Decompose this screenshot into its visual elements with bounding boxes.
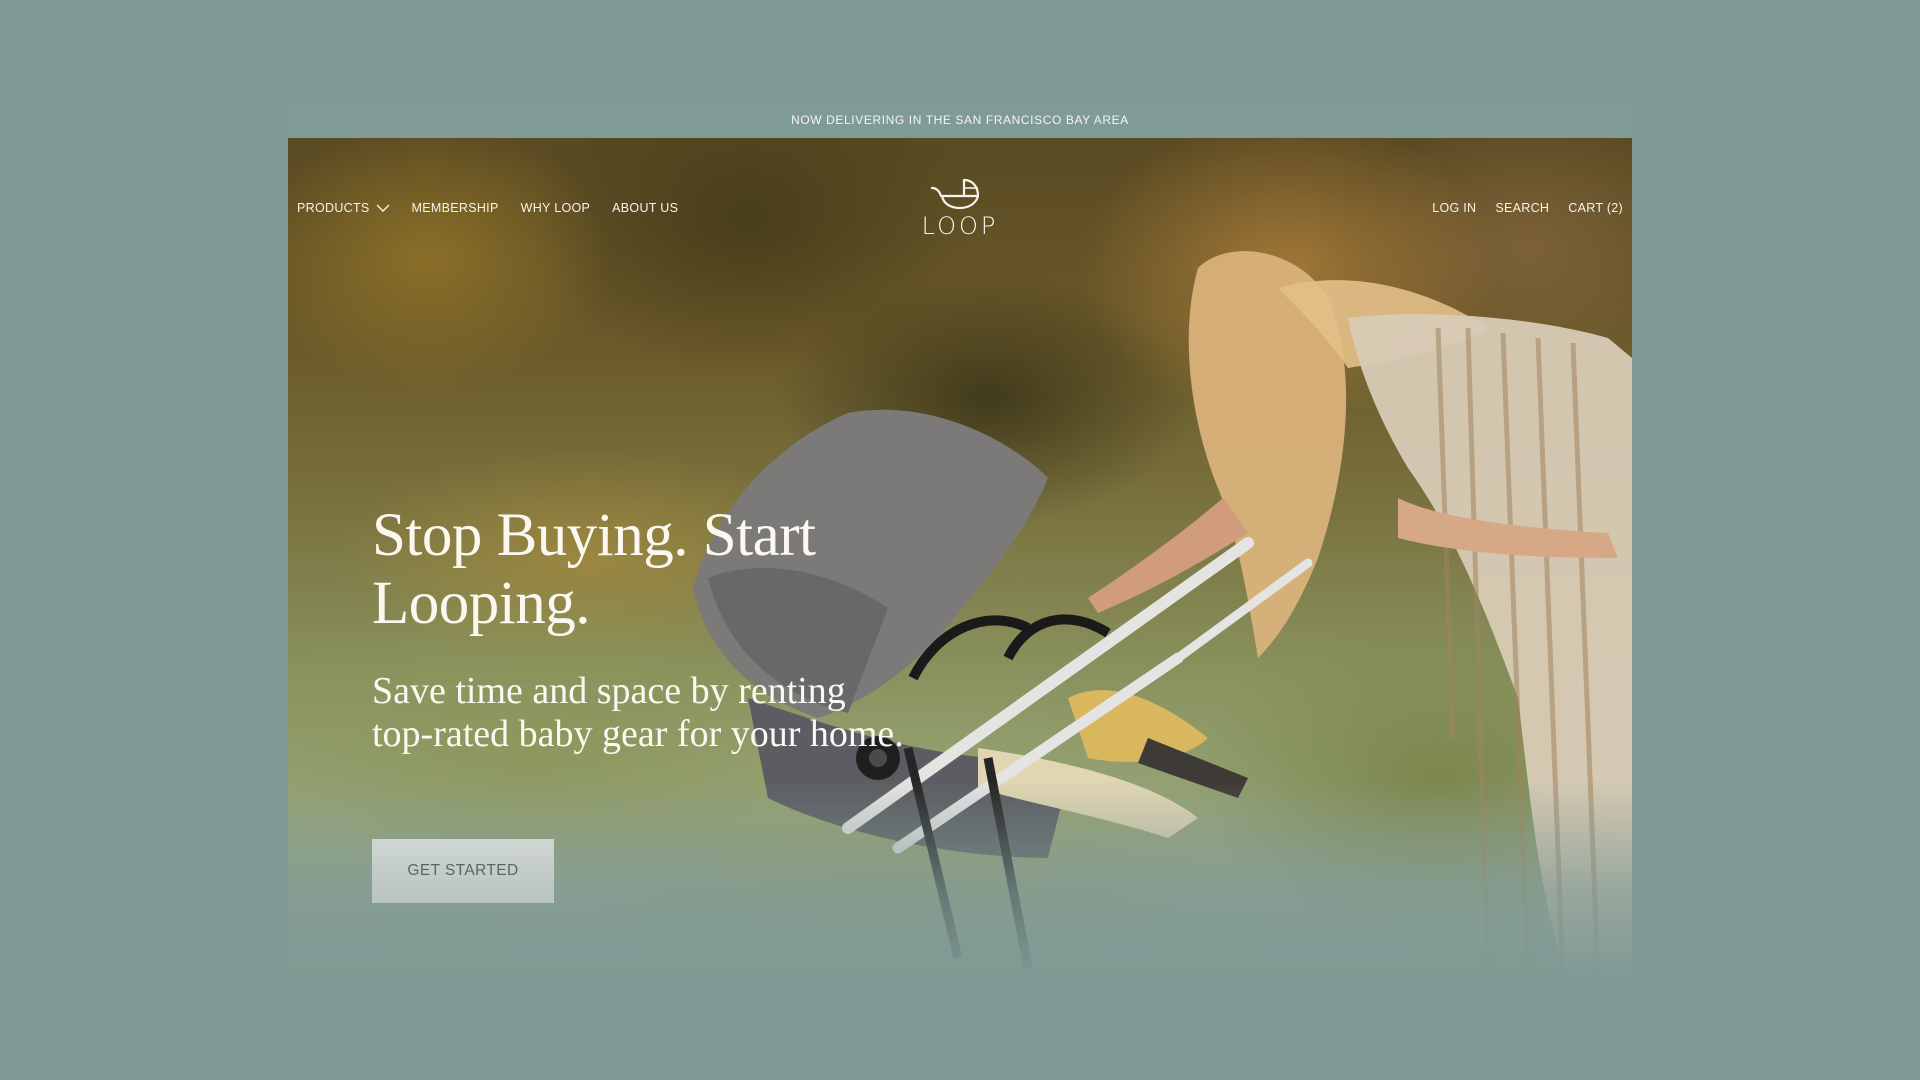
nav-products-label: PRODUCTS: [297, 201, 370, 215]
nav-cart[interactable]: CART (2): [1568, 201, 1623, 215]
nav-left-group: PRODUCTS MEMBERSHIP WHY LOOP ABOUT US: [297, 201, 678, 215]
nav-membership[interactable]: MEMBERSHIP: [412, 201, 499, 215]
chevron-down-icon: [376, 204, 390, 212]
logo-wordmark: LOOP: [921, 212, 999, 240]
announcement-text: NOW DELIVERING IN THE SAN FRANCISCO BAY …: [791, 113, 1129, 127]
hero-headline: Stop Buying. Start Looping.: [372, 502, 816, 637]
get-started-button[interactable]: GET STARTED: [372, 839, 554, 903]
nav-log-in[interactable]: LOG IN: [1432, 201, 1476, 215]
loop-logo[interactable]: LOOP: [920, 174, 1000, 240]
nav-products[interactable]: PRODUCTS: [297, 201, 390, 215]
announcement-bar: NOW DELIVERING IN THE SAN FRANCISCO BAY …: [288, 102, 1632, 138]
nav-why-loop[interactable]: WHY LOOP: [521, 201, 591, 215]
page: NOW DELIVERING IN THE SAN FRANCISCO BAY …: [0, 0, 1920, 1080]
nav-right-group: LOG IN SEARCH CART (2): [1432, 201, 1623, 215]
main-navigation: PRODUCTS MEMBERSHIP WHY LOOP ABOUT US LO…: [288, 138, 1632, 278]
hero-section: PRODUCTS MEMBERSHIP WHY LOOP ABOUT US LO…: [288, 138, 1632, 980]
hero-subheadline: Save time and space by renting top-rated…: [372, 670, 904, 755]
nav-about-us[interactable]: ABOUT US: [612, 201, 678, 215]
baby-carriage-icon: [930, 178, 980, 210]
nav-search[interactable]: SEARCH: [1495, 201, 1549, 215]
